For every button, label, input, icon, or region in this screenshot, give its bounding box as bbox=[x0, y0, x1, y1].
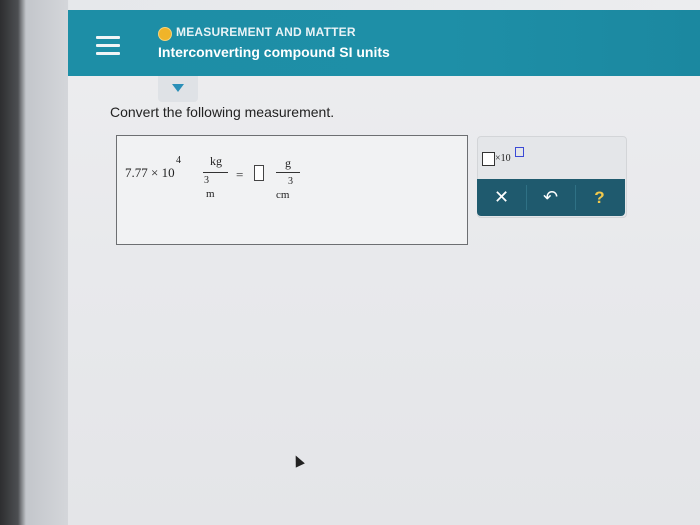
question-instruction: Convert the following measurement. bbox=[110, 104, 335, 120]
help-button[interactable]: ? bbox=[575, 179, 624, 216]
given-exponent: 4 bbox=[176, 155, 181, 166]
answer-input[interactable] bbox=[254, 165, 264, 181]
chevron-down-icon bbox=[172, 84, 184, 92]
given-unit-denominator: m bbox=[206, 188, 215, 200]
given-coefficient: 7.77 × 10 bbox=[125, 165, 175, 180]
given-unit-numerator: kg bbox=[210, 154, 222, 168]
bezel-edge bbox=[0, 0, 68, 525]
target-fraction-bar bbox=[276, 172, 300, 173]
topic-status-dot-icon bbox=[158, 27, 172, 41]
target-unit-denominator: cm bbox=[276, 189, 290, 201]
app-header bbox=[68, 10, 700, 76]
page-title: Interconverting compound SI units bbox=[158, 44, 390, 60]
undo-button[interactable]: ↶ bbox=[526, 179, 575, 216]
expand-tab-button[interactable] bbox=[158, 76, 198, 102]
times-ten-label: ×10 bbox=[495, 153, 511, 164]
exponent-box-icon bbox=[515, 147, 524, 157]
target-unit-denominator-exponent: 3 bbox=[288, 176, 293, 187]
equals-sign: = bbox=[236, 167, 244, 182]
given-fraction-bar bbox=[203, 172, 228, 173]
clear-button[interactable]: ✕ bbox=[477, 179, 526, 216]
scientific-notation-button[interactable]: ×10 bbox=[482, 147, 524, 168]
given-unit-denominator-exponent: 3 bbox=[204, 175, 209, 186]
topic-label: MEASUREMENT AND MATTER bbox=[176, 25, 356, 39]
placeholder-box-icon bbox=[482, 152, 495, 166]
answer-area bbox=[116, 135, 468, 245]
target-unit-numerator: g bbox=[285, 156, 291, 170]
menu-icon[interactable] bbox=[96, 36, 120, 56]
